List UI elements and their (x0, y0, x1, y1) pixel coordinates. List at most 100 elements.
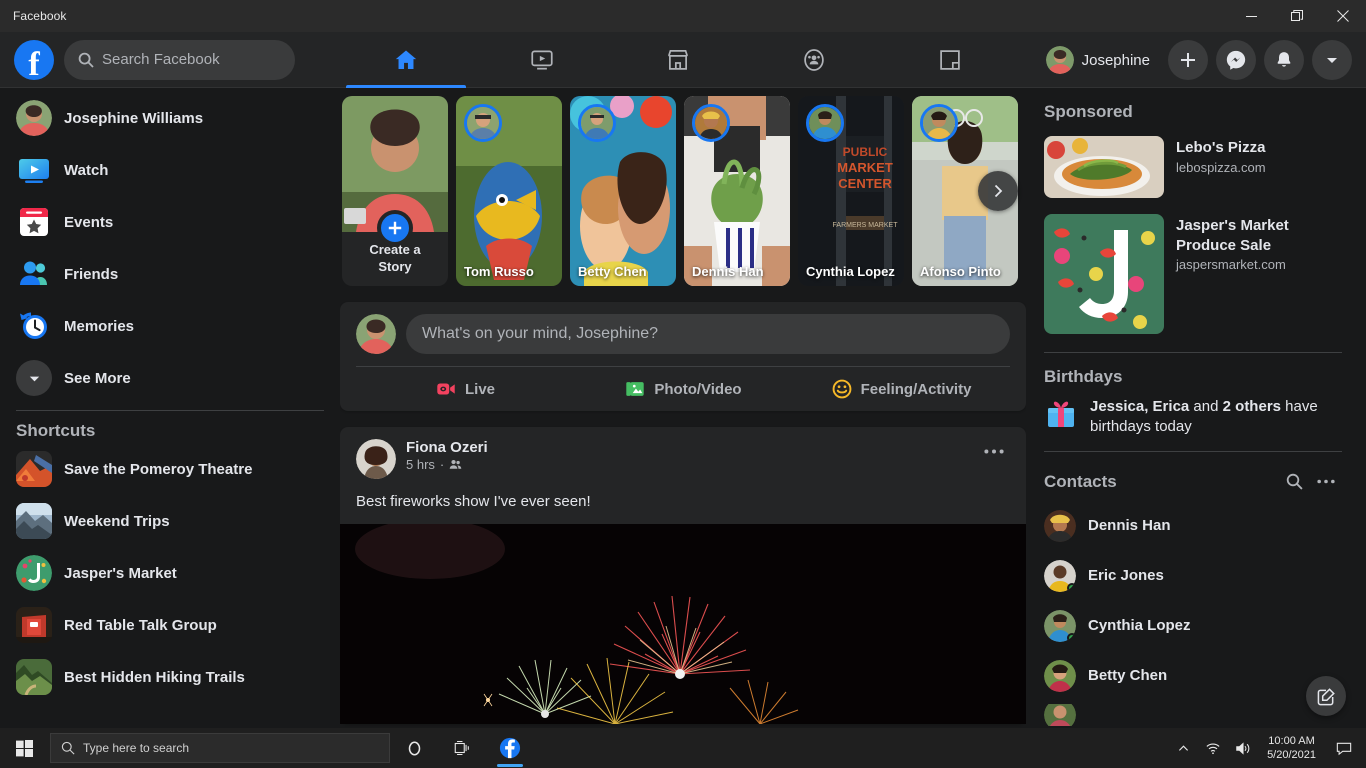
post-options-button[interactable] (978, 439, 1010, 457)
stories-tray: Create a Story (342, 96, 1026, 286)
contacts-header: Contacts (1036, 462, 1350, 504)
story-author-avatar (692, 104, 730, 142)
composer-input[interactable]: What's on your mind, Josephine? (406, 314, 1010, 354)
story-author-name: Tom Russo (464, 264, 556, 280)
shortcut-thumbnail-icon (16, 503, 52, 539)
network-button[interactable] (1199, 728, 1227, 768)
shortcut-save-the-pomeroy-theatre[interactable]: Save the Pomeroy Theatre (8, 447, 332, 491)
notifications-button[interactable] (1264, 40, 1304, 80)
chevron-down-icon (16, 360, 52, 396)
compose-message-icon (1317, 687, 1336, 706)
composer-photo-video-button[interactable]: Photo/Video (574, 367, 792, 411)
sidebar-item-watch[interactable]: Watch (8, 148, 332, 192)
taskbar-search-input[interactable]: Type here to search (50, 733, 390, 763)
composer-live-button[interactable]: Live (356, 367, 574, 411)
new-message-button[interactable] (1306, 676, 1346, 716)
story-card[interactable]: Tom Russo (456, 96, 562, 286)
close-button[interactable] (1320, 0, 1366, 32)
tab-watch[interactable] (474, 32, 610, 88)
tab-marketplace[interactable] (610, 32, 746, 88)
account-menu-button[interactable] (1312, 40, 1352, 80)
stories-next-button[interactable] (978, 171, 1018, 211)
sidebar-item-see-more[interactable]: See More (8, 356, 332, 400)
volume-button[interactable] (1229, 728, 1257, 768)
birthdays-item[interactable]: Jessica, Erica and 2 others have birthda… (1036, 393, 1350, 441)
contact-item[interactable]: Cynthia Lopez (1036, 604, 1350, 648)
messenger-button[interactable] (1216, 40, 1256, 80)
create-story-card[interactable]: Create a Story (342, 96, 448, 286)
action-center-button[interactable] (1326, 728, 1362, 768)
contact-name: Eric Jones (1088, 567, 1164, 584)
sponsored-ad-title: Lebo's Pizza (1176, 138, 1266, 158)
contact-item[interactable]: Betty Chen (1036, 654, 1350, 698)
post-text: Best fireworks show I've ever seen! (340, 479, 1026, 524)
story-card[interactable]: Betty Chen (570, 96, 676, 286)
sidebar-item-profile[interactable]: Josephine Williams (8, 96, 332, 140)
svg-text:CENTER: CENTER (838, 176, 892, 191)
task-view-button[interactable] (438, 728, 486, 768)
cortana-button[interactable] (390, 728, 438, 768)
story-card[interactable]: Dennis Han (684, 96, 790, 286)
shortcut-label: Weekend Trips (64, 513, 170, 530)
sponsored-ad[interactable]: Jasper's Market Produce Sale jaspersmark… (1036, 206, 1350, 342)
sidebar-item-events[interactable]: Events (8, 200, 332, 244)
friends-audience-icon (449, 458, 462, 471)
sidebar-item-friends[interactable]: Friends (8, 252, 332, 296)
post-author-avatar[interactable] (356, 439, 396, 479)
tab-gaming[interactable] (882, 32, 1018, 88)
sidebar-item-label: Josephine Williams (64, 110, 203, 127)
start-button[interactable] (0, 728, 48, 768)
sponsored-ad[interactable]: Lebo's Pizza lebospizza.com (1036, 128, 1350, 206)
search-icon (78, 52, 94, 68)
contact-item[interactable]: Eric Jones (1036, 554, 1350, 598)
story-author-avatar (920, 104, 958, 142)
shortcut-jaspers-market[interactable]: Jasper's Market (8, 551, 332, 595)
create-menu-button[interactable] (1168, 40, 1208, 80)
post-author-name[interactable]: Fiona Ozeri (406, 439, 978, 456)
shortcut-thumbnail-icon (16, 555, 52, 591)
right-divider (1044, 352, 1342, 353)
svg-text:PUBLIC: PUBLIC (843, 145, 888, 159)
shortcut-weekend-trips[interactable]: Weekend Trips (8, 499, 332, 543)
story-card[interactable]: PUBLIC MARKET CENTER FARMERS MARKET Cynt… (798, 96, 904, 286)
tab-groups[interactable] (746, 32, 882, 88)
sponsored-ad-title: Jasper's Market Produce Sale (1176, 216, 1342, 255)
contacts-options-button[interactable] (1310, 466, 1342, 498)
sponsored-ad-thumbnail (1044, 136, 1164, 198)
composer-action-label: Photo/Video (654, 381, 741, 398)
show-hidden-icons-button[interactable] (1169, 728, 1197, 768)
composer-feeling-activity-button[interactable]: Feeling/Activity (792, 367, 1010, 411)
windows-taskbar: Type here to search (0, 728, 1366, 768)
contact-item[interactable]: Dennis Han (1036, 504, 1350, 548)
contacts-search-button[interactable] (1278, 466, 1310, 498)
sidebar-item-label: Watch (64, 162, 108, 179)
sidebar-item-memories[interactable]: Memories (8, 304, 332, 348)
birthdays-text: Jessica, Erica and 2 others have birthda… (1090, 397, 1342, 437)
watch-icon (16, 152, 52, 188)
post-composer: What's on your mind, Josephine? Live (340, 302, 1026, 411)
more-options-icon (984, 449, 1004, 454)
tab-home[interactable] (338, 32, 474, 88)
plus-icon (1179, 51, 1197, 69)
restore-button[interactable] (1274, 0, 1320, 32)
sidebar-item-label: Memories (64, 318, 134, 335)
wifi-icon (1205, 741, 1221, 755)
avatar (1044, 560, 1076, 592)
shortcuts-heading: Shortcuts (8, 421, 332, 447)
right-sidebar: Sponsored Lebo's Pizza lebospizza.com (1026, 88, 1366, 768)
post-image[interactable] (340, 524, 1026, 724)
shortcut-best-hidden-hiking-trails[interactable]: Best Hidden Hiking Trails (8, 655, 332, 699)
birthday-names: Jessica, Erica (1090, 398, 1189, 415)
left-sidebar: Josephine Williams Watch (0, 88, 340, 768)
shortcut-red-table-talk-group[interactable]: Red Table Talk Group (8, 603, 332, 647)
news-feed: Create a Story (340, 88, 1026, 768)
facebook-logo-icon[interactable]: f (14, 40, 54, 80)
taskbar-search-placeholder: Type here to search (83, 741, 189, 755)
search-input[interactable]: Search Facebook (64, 40, 295, 80)
primary-navigation (338, 32, 1018, 88)
profile-menu-button[interactable]: Josephine (1042, 42, 1160, 78)
contact-item[interactable] (1036, 704, 1350, 726)
minimize-button[interactable] (1228, 0, 1274, 32)
taskbar-app-facebook[interactable] (486, 728, 534, 768)
taskbar-clock[interactable]: 10:00 AM 5/20/2021 (1259, 734, 1324, 762)
